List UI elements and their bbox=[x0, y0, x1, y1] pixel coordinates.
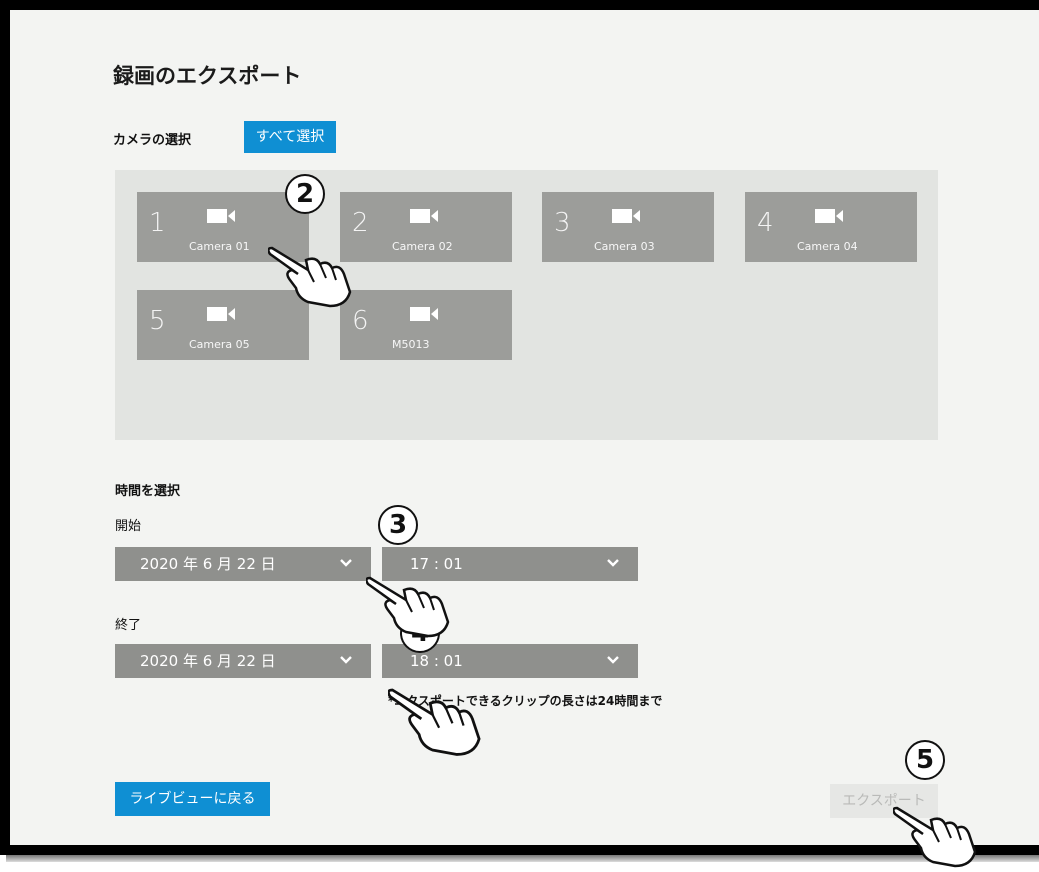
camera-name: Camera 04 bbox=[797, 240, 858, 253]
chevron-down-icon bbox=[340, 559, 352, 567]
camera-name: Camera 02 bbox=[392, 240, 453, 253]
start-date-value: 2020 年 6 月 22 日 bbox=[140, 555, 276, 573]
camera-tile-4[interactable]: 4 Camera 04 bbox=[745, 192, 917, 262]
camera-number: 4 bbox=[757, 208, 774, 238]
camera-number: 1 bbox=[149, 208, 166, 238]
end-date-select[interactable]: 2020 年 6 月 22 日 bbox=[115, 644, 371, 678]
time-select-label: 時間を選択 bbox=[115, 484, 181, 499]
camera-name: Camera 05 bbox=[189, 338, 250, 351]
camera-number: 6 bbox=[352, 306, 369, 336]
pointing-hand-icon bbox=[268, 246, 352, 308]
pointing-hand-icon bbox=[893, 806, 977, 868]
camera-tile-2[interactable]: 2 Camera 02 bbox=[340, 192, 512, 262]
camera-number: 3 bbox=[554, 208, 571, 238]
video-camera-icon bbox=[410, 209, 438, 223]
end-time-value: 18 : 01 bbox=[410, 652, 463, 670]
camera-tile-3[interactable]: 3 Camera 03 bbox=[542, 192, 714, 262]
camera-number: 2 bbox=[352, 208, 369, 238]
back-to-liveview-button[interactable]: ライブビューに戻る bbox=[115, 782, 270, 816]
start-label: 開始 bbox=[115, 519, 142, 534]
camera-number: 5 bbox=[149, 306, 166, 336]
camera-grid: 1 Camera 01 2 Camera 02 3 Camera 03 4 Ca… bbox=[115, 170, 938, 440]
camera-name: Camera 01 bbox=[189, 240, 250, 253]
camera-select-label: カメラの選択 bbox=[113, 133, 192, 148]
chevron-down-icon bbox=[607, 559, 619, 567]
start-date-select[interactable]: 2020 年 6 月 22 日 bbox=[115, 547, 371, 581]
pointing-hand-icon bbox=[366, 576, 450, 638]
end-date-value: 2020 年 6 月 22 日 bbox=[140, 652, 276, 670]
video-camera-icon bbox=[207, 209, 235, 223]
camera-name: Camera 03 bbox=[594, 240, 655, 253]
video-camera-icon bbox=[815, 209, 843, 223]
end-label: 終了 bbox=[115, 618, 142, 633]
camera-name: M5013 bbox=[392, 338, 430, 351]
video-camera-icon bbox=[207, 307, 235, 321]
step-marker-3: 3 bbox=[378, 505, 418, 545]
pointing-hand-icon bbox=[388, 688, 481, 756]
chevron-down-icon bbox=[607, 656, 619, 664]
step-marker-2: 2 bbox=[285, 174, 325, 214]
chevron-down-icon bbox=[340, 656, 352, 664]
camera-tile-6[interactable]: 6 M5013 bbox=[340, 290, 512, 360]
select-all-button[interactable]: すべて選択 bbox=[244, 121, 336, 153]
video-camera-icon bbox=[410, 307, 438, 321]
step-marker-5: 5 bbox=[905, 740, 945, 780]
frame-shadow bbox=[6, 855, 1039, 862]
page-title: 録画のエクスポート bbox=[113, 64, 302, 88]
video-camera-icon bbox=[612, 209, 640, 223]
